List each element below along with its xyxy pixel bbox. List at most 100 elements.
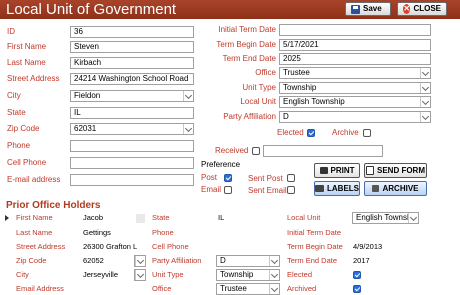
close-button[interactable]: ✕ CLOSE [397,2,447,16]
printer-icon [319,167,328,174]
cell-phone-label: Cell Phone [7,158,47,167]
prior-elected-label: Elected [287,270,313,279]
document-icon [366,166,374,175]
prior-cell-phone-label: Cell Phone [152,242,189,251]
save-icon [351,4,360,14]
prior-local-unit-select[interactable]: English Townsh [352,212,419,224]
print-button-label: PRINT [330,166,355,175]
sent-email-checkbox[interactable] [287,186,295,194]
chevron-down-icon [270,270,279,279]
prior-term-end-date-value[interactable]: 2017 [353,256,370,266]
chevron-down-icon [421,112,430,121]
email-checkbox[interactable] [224,186,232,194]
sent-email-label: Sent Email [248,186,287,195]
email-field[interactable] [70,174,194,186]
prior-zip-code-dropdown[interactable] [134,255,146,267]
email-label: E-mail address [7,175,61,184]
received-field[interactable] [263,145,383,157]
prior-party-affiliation-label: Party Affiliation [152,256,202,265]
prior-state-label: State [152,213,170,222]
term-end-date-field[interactable]: 2025 [279,53,431,65]
cell-phone-field[interactable] [70,157,194,169]
prior-party-affiliation-select[interactable]: D [216,255,280,267]
chevron-down-icon [136,270,145,279]
state-field[interactable]: IL [70,107,194,119]
print-button[interactable]: PRINT [314,163,360,178]
chevron-down-icon [184,91,193,100]
elected-label: Elected [277,128,304,137]
prior-first-name-value[interactable]: Jacob [83,213,103,223]
prior-office-value: Trustee [220,284,247,293]
party-affiliation-select[interactable]: D [279,111,431,123]
prior-state-value[interactable]: IL [218,213,224,223]
archive-checkbox[interactable] [363,129,371,137]
initial-term-date-field[interactable] [279,24,431,36]
first-name-field[interactable]: Steven [70,41,194,53]
phone-label: Phone [7,141,31,150]
prior-last-name-value[interactable]: Gettings [83,228,111,238]
post-checkbox[interactable] [224,174,232,182]
save-button[interactable]: Save [345,2,391,16]
prior-phone-label: Phone [152,228,174,237]
record-selector-icon[interactable] [5,215,9,221]
phone-field[interactable] [70,140,194,152]
labels-button[interactable]: LABELS [314,181,360,196]
prior-office-holders-title: Prior Office Holders [6,200,101,211]
chevron-down-icon [136,256,145,265]
chevron-down-icon [409,213,418,222]
archive-button[interactable]: ARCHIVE [364,181,427,196]
received-label: Received [215,146,249,155]
prior-office-select[interactable]: Trustee [216,283,280,295]
party-affiliation-value: D [283,112,289,121]
chevron-down-icon [270,284,279,293]
archive-icon [372,185,380,192]
prior-local-unit-value: English Townsh [356,213,412,222]
unit-type-select[interactable]: Township [279,82,431,94]
save-button-label: Save [363,4,382,13]
email-pref-label: Email [201,185,222,194]
sent-post-checkbox[interactable] [287,174,295,182]
prior-term-begin-date-label: Term Begin Date [287,242,343,251]
term-end-date-label: Term End Date [222,54,276,63]
prior-street-address-label: Street Address [16,242,66,251]
last-name-label: Last Name [7,58,46,67]
chevron-down-icon [421,83,430,92]
send-form-button[interactable]: SEND FORM [364,163,427,178]
unit-type-label: Unit Type [242,83,276,92]
id-field[interactable]: 36 [70,26,194,38]
street-address-field[interactable]: 24214 Washington School Road [70,73,194,85]
zip-code-label: Zip Code [7,124,40,133]
prior-city-label: City [16,270,29,279]
prior-initial-term-date-label: Initial Term Date [287,228,342,237]
first-name-label: First Name [7,42,47,51]
prior-zip-code-value[interactable]: 62052 [83,256,104,266]
prior-archived-checkbox[interactable] [353,285,361,293]
prior-city-value[interactable]: Jerseyville [83,270,118,280]
chevron-down-icon [421,68,430,77]
prior-elected-checkbox[interactable] [353,271,361,279]
city-select[interactable]: Fieldon [70,90,194,102]
chevron-down-icon [184,124,193,133]
office-select[interactable]: Trustee [279,67,431,79]
elected-checkbox[interactable] [307,129,315,137]
prior-street-address-value[interactable]: 26300 Grafton L [83,242,143,252]
local-unit-label: Local Unit [240,97,276,106]
sent-post-label: Sent Post [248,174,283,183]
prior-unit-type-value: Township [220,270,254,279]
prior-city-dropdown[interactable] [134,269,146,281]
archive-label: Archive [332,128,359,137]
term-begin-date-field[interactable]: 5/17/2021 [279,39,431,51]
prior-term-begin-date-value[interactable]: 4/9/2013 [353,242,382,252]
street-address-label: Street Address [7,74,60,83]
send-form-button-label: SEND FORM [377,166,425,175]
prior-office-label: Office [152,284,172,293]
local-unit-select[interactable]: English Township [279,96,431,108]
prior-unit-type-select[interactable]: Township [216,269,280,281]
received-checkbox[interactable] [252,147,260,155]
state-label: State [7,108,26,117]
office-value: Trustee [283,68,310,77]
city-value: Fieldon [74,91,101,100]
zip-code-select[interactable]: 62031 [70,123,194,135]
prior-unit-type-label: Unit Type [152,270,184,279]
last-name-field[interactable]: Kirbach [70,57,194,69]
